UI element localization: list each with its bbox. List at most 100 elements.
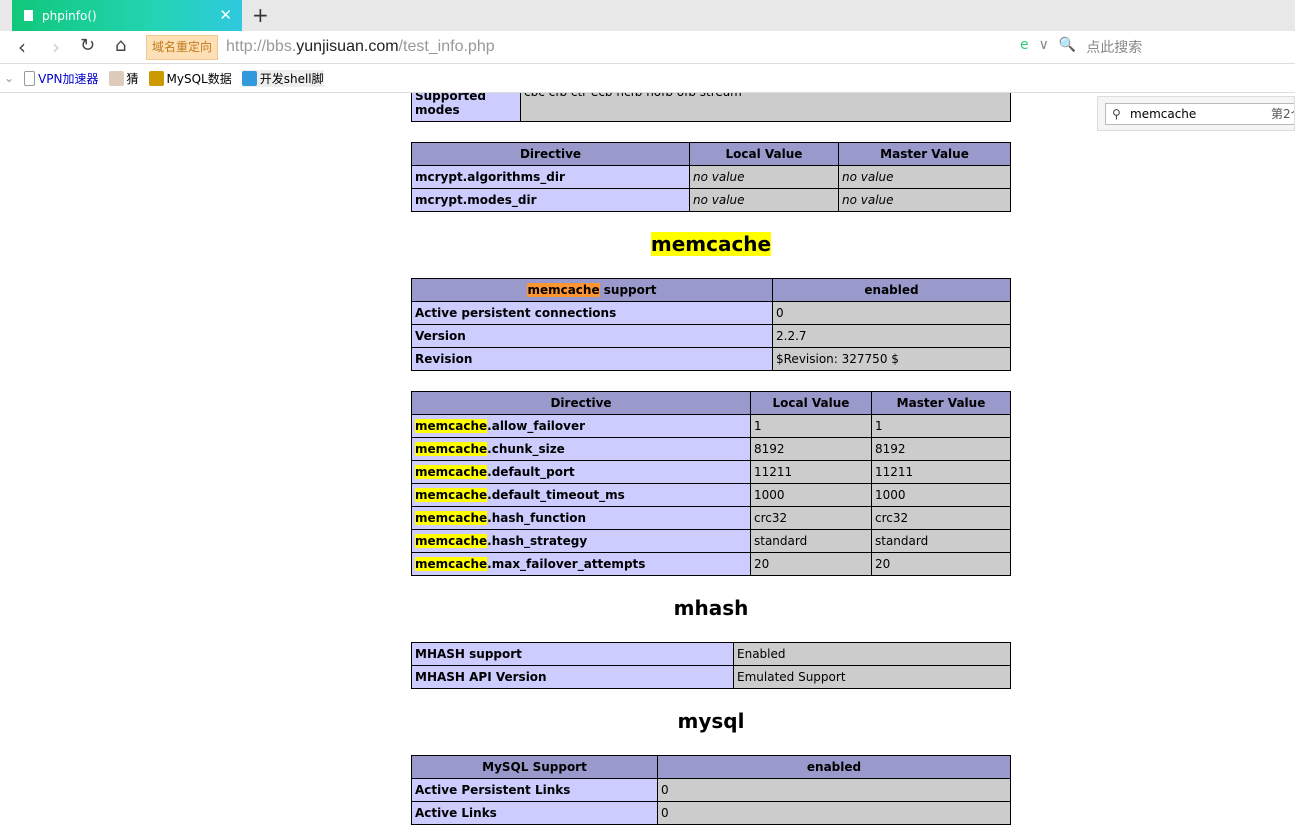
value-cell: no value [693,193,745,207]
value-cell: Enabled [733,642,1011,666]
search-match: memcache [415,419,488,433]
value-cell: 20 [871,552,1011,576]
bookmark-icon [148,70,164,86]
find-bar: ⚲ memcache 第2个 [1097,96,1295,131]
header-cell: Master Value [871,391,1011,415]
key-cell: MHASH API Version [411,665,734,689]
value-cell: 1000 [750,483,872,507]
find-input[interactable]: ⚲ memcache 第2个 [1105,103,1294,125]
key-cell: memcache.max_failover_attempts [411,552,751,576]
page-icon [24,10,33,21]
new-tab-button[interactable]: + [252,3,269,27]
section-title-mysql: mysql [677,709,745,733]
key-text: MHASH support [415,647,522,661]
tab-phpinfo[interactable]: phpinfo() ✕ [12,0,242,31]
key-cell: memcache.default_port [411,460,751,484]
address-bar: ‹ › ↻ ⌂ 域名重定向 http://bbs.yunjisuan.com/t… [0,31,1295,64]
url-domain: yunjisuan.com [296,38,399,55]
search-match: memcache [415,442,488,456]
value-cell: $Revision: 327750 $ [772,347,1011,371]
key-cell: Active Links [411,801,658,825]
find-query: memcache [1130,107,1197,121]
ie-mode-icon[interactable]: e [1020,37,1029,57]
forward-icon[interactable]: › [52,35,60,59]
header-text: support [599,283,657,297]
table-row: memcache.allow_failover 1 1 [411,414,1011,438]
table-row: mcrypt.modes_dir no value no value [411,188,1011,212]
value-cell: 2.2.7 [772,324,1011,348]
current-search-match: memcache [527,283,600,297]
table-row: memcache.chunk_size 8192 8192 [411,437,1011,461]
memcache-info-table: memcache support enabled Active persisten… [411,278,1011,371]
value-cell: crc32 [750,506,872,530]
mysql-table: MySQL Support enabled Active Persistent L… [411,755,1011,825]
bookmark-item[interactable]: 猜 [108,70,139,87]
key-cell: Active persistent connections [411,301,773,325]
url-input[interactable]: http://bbs.yunjisuan.com/test_info.php [226,38,495,56]
table-row: memcache.max_failover_attempts 20 20 [411,552,1011,576]
key-text: Active Links [415,806,497,820]
key-text: Version [415,329,466,343]
key-text: .hash_strategy [487,534,588,548]
value-cell: no value [693,170,745,184]
tab-title: phpinfo() [42,8,97,23]
table-row: memcache.default_port 11211 11211 [411,460,1011,484]
key-text: .allow_failover [487,419,586,433]
key-text: .default_port [487,465,575,479]
key-text: Active persistent connections [415,306,617,320]
key-cell: memcache.hash_strategy [411,529,751,553]
bookmark-item[interactable]: VPN加速器 [24,70,99,87]
table-row: memcache.hash_function crc32 crc32 [411,506,1011,530]
back-icon[interactable]: ‹ [18,35,26,59]
bookmark-item[interactable]: MySQL数据 [148,70,232,87]
value-cell: 1000 [871,483,1011,507]
table-row: Revision $Revision: 327750 $ [411,347,1011,371]
key-cell: mcrypt.modes_dir [411,188,690,212]
key-cell: Revision [411,347,773,371]
header-cell: Local Value [750,391,872,415]
bookmark-label: VPN加速器 [38,71,99,86]
value-cell: crc32 [871,506,1011,530]
header-cell: Directive [411,391,751,415]
search-match: memcache [415,557,488,571]
key-text: .default_timeout_ms [487,488,625,502]
value-cell: 1 [750,414,872,438]
key-cell: memcache.allow_failover [411,414,751,438]
redirect-badge[interactable]: 域名重定向 [146,35,219,60]
key-text: Active Persistent Links [415,783,571,797]
value-cell: 8192 [871,437,1011,461]
close-tab-icon[interactable]: ✕ [219,6,232,24]
header-cell: MySQL Support [411,755,658,779]
home-icon[interactable]: ⌂ [115,35,126,56]
section-title-mhash: mhash [673,596,749,620]
header-cell: enabled [772,278,1011,302]
section-title-memcache: memcache [411,232,1011,256]
value-cell: no value [842,193,894,207]
table-row: memcache.default_timeout_ms 1000 1000 [411,483,1011,507]
search-match: memcache [415,534,488,548]
key-cell: Version [411,324,773,348]
value-cell: 0 [657,778,1011,802]
chevron-down-icon[interactable]: ∨ [1039,37,1049,57]
bookmark-label: 开发shell脚 [259,71,324,86]
header-cell: Local Value [689,142,839,166]
memcache-directive-table: Directive Local Value Master Value memcach… [411,391,1011,576]
table-row: MHASH API Version Emulated Support [411,665,1011,689]
key-text: .chunk_size [487,442,565,456]
key-cell: memcache.hash_function [411,506,751,530]
table-row: mcrypt.algorithms_dir no value no value [411,165,1011,189]
value-cell: standard [871,529,1011,553]
reload-icon[interactable]: ↻ [80,35,95,56]
mhash-table: MHASH support Enabled MHASH API Version Emu… [411,642,1011,689]
value-cell: 20 [750,552,872,576]
key-text: .max_failover_attempts [487,557,646,571]
search-input[interactable]: 点此搜索 [1086,37,1142,57]
key-text: .hash_function [487,511,587,525]
table-row: MHASH support Enabled [411,642,1011,666]
header-cell: Directive [411,142,690,166]
search-match: memcache [415,465,488,479]
chevron-icon[interactable]: ⌄ [4,71,14,85]
key-text: MHASH API Version [415,670,547,684]
key-cell: memcache.default_timeout_ms [411,483,751,507]
bookmark-item[interactable]: 开发shell脚 [241,69,324,87]
